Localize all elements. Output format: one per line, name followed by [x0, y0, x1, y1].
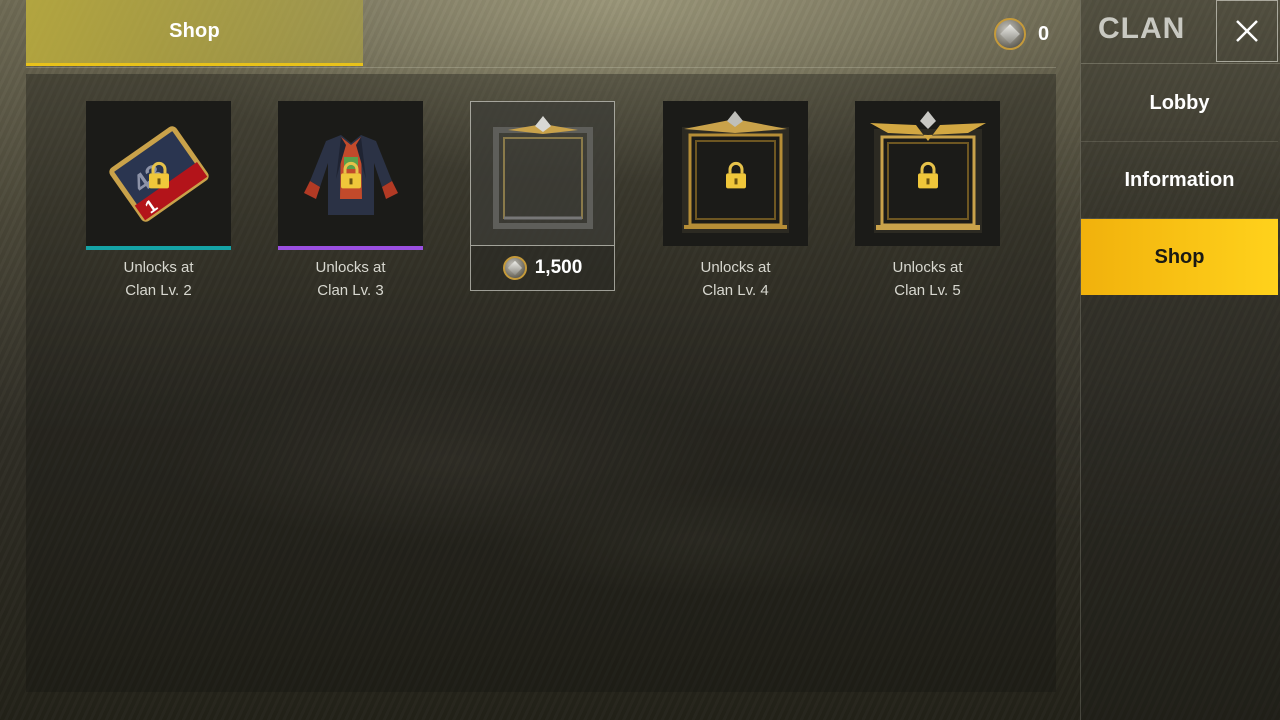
caption-line: Unlocks at — [315, 259, 386, 276]
sidebar-header: CLAN — [1081, 0, 1280, 64]
shop-item-gold-frame[interactable]: Unlocks at Clan Lv. 4 — [663, 101, 808, 302]
buy-button[interactable]: 1,500 — [470, 246, 615, 291]
tab-shop[interactable]: Shop — [26, 0, 363, 66]
shop-item-winged-gold-frame[interactable]: Unlocks at Clan Lv. 5 — [855, 101, 1000, 302]
item-thumbnail[interactable] — [855, 101, 1000, 246]
lock-icon — [340, 161, 361, 188]
item-thumbnail[interactable] — [278, 101, 423, 246]
item-thumbnail[interactable] — [470, 101, 615, 246]
close-icon — [1236, 20, 1258, 42]
clan-coin-icon — [502, 256, 527, 280]
caption-line: Clan Lv. 3 — [317, 282, 384, 299]
clan-sidebar: CLAN Lobby Information Shop — [1080, 0, 1280, 720]
caption-line: Clan Lv. 2 — [125, 282, 192, 299]
silver-frame-icon — [492, 115, 593, 229]
unlock-caption: Unlocks at Clan Lv. 2 — [86, 256, 231, 302]
unlock-caption: Unlocks at Clan Lv. 3 — [278, 256, 423, 302]
price-value: 1,500 — [534, 257, 583, 278]
lock-icon — [148, 161, 169, 188]
caption-line: Unlocks at — [123, 259, 194, 276]
caption-line: Unlocks at — [892, 259, 963, 276]
rarity-bar — [86, 246, 231, 250]
shop-panel: 43 1 Unlocks at Clan Lv. 2 Unlocks at Cl… — [26, 74, 1056, 692]
close-button[interactable] — [1216, 0, 1278, 62]
lock-icon — [725, 161, 746, 188]
unlock-caption: Unlocks at Clan Lv. 5 — [855, 256, 1000, 302]
lock-icon — [917, 161, 938, 188]
clan-currency: 0 — [994, 16, 1056, 52]
clan-title: CLAN — [1098, 12, 1186, 45]
unlock-caption: Unlocks at Clan Lv. 4 — [663, 256, 808, 302]
item-thumbnail[interactable]: 43 1 — [86, 101, 231, 246]
clan-coin-icon — [994, 18, 1026, 50]
caption-line: Clan Lv. 5 — [894, 282, 961, 299]
caption-line: Unlocks at — [700, 259, 771, 276]
currency-value: 0 — [1038, 22, 1050, 45]
caption-line: Clan Lv. 4 — [702, 282, 769, 299]
rarity-bar — [278, 246, 423, 250]
shop-item-jacket[interactable]: Unlocks at Clan Lv. 3 — [278, 101, 423, 302]
item-thumbnail[interactable] — [663, 101, 808, 246]
top-bar: Shop 0 — [26, 0, 1056, 68]
sidebar-item-lobby[interactable]: Lobby — [1081, 66, 1278, 142]
shop-item-silver-frame[interactable]: 1,500 — [470, 101, 615, 291]
sidebar-item-information[interactable]: Information — [1081, 143, 1278, 219]
sidebar-item-shop[interactable]: Shop — [1081, 219, 1278, 295]
shop-item-rank-card[interactable]: 43 1 Unlocks at Clan Lv. 2 — [86, 101, 231, 302]
